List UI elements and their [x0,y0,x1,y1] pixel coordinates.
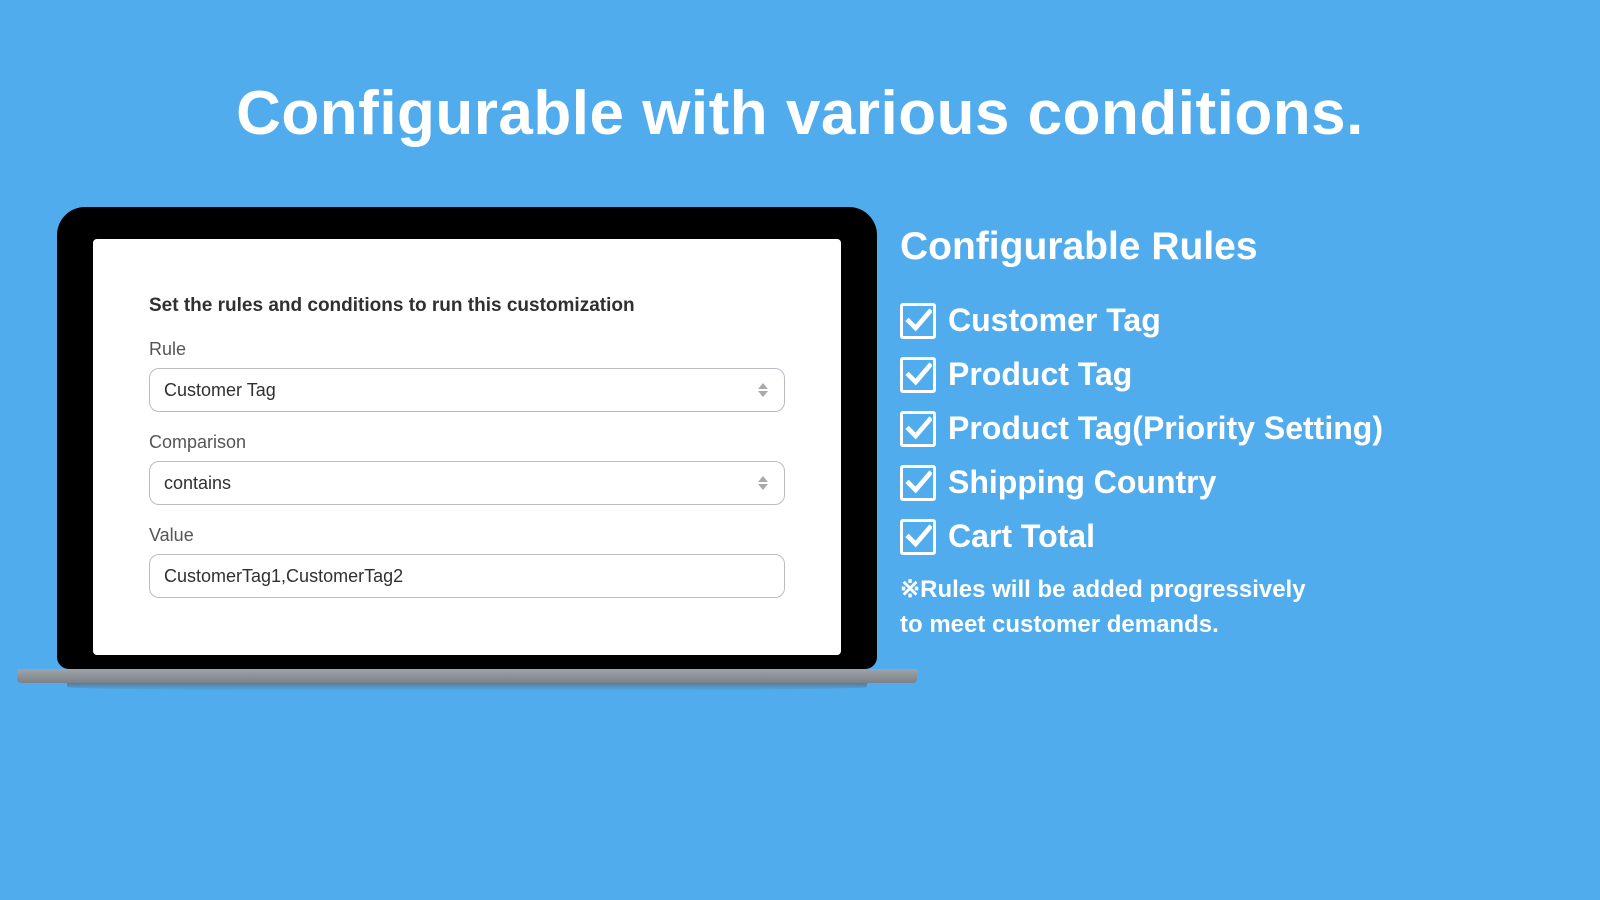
rules-panel: Configurable Rules Customer Tag Product … [900,225,1540,643]
rule-item-label: Product Tag(Priority Setting) [948,411,1383,446]
rules-note: ※Rules will be added progressively to me… [900,573,1540,643]
laptop-shadow [67,683,867,691]
rule-item-shipping-country: Shipping Country [900,465,1540,501]
checkbox-checked-icon [900,465,936,501]
page-title: Configurable with various conditions. [0,0,1600,149]
rule-item-label: Cart Total [948,519,1095,554]
rules-title: Configurable Rules [900,225,1540,269]
rule-item-product-tag-priority: Product Tag(Priority Setting) [900,411,1540,447]
rule-label: Rule [149,339,785,360]
rule-field: Rule Customer Tag [149,339,785,412]
laptop-mockup: Set the rules and conditions to run this… [57,207,877,691]
rule-item-cart-total: Cart Total [900,519,1540,555]
laptop-screen: Set the rules and conditions to run this… [93,239,841,655]
rule-item-label: Product Tag [948,357,1132,392]
value-input-value: CustomerTag1,CustomerTag2 [164,566,403,587]
checkbox-checked-icon [900,411,936,447]
updown-icon [756,381,770,399]
checkbox-checked-icon [900,303,936,339]
rule-select[interactable]: Customer Tag [149,368,785,412]
value-field: Value CustomerTag1,CustomerTag2 [149,525,785,598]
updown-icon [756,474,770,492]
checkbox-checked-icon [900,357,936,393]
laptop-bezel: Set the rules and conditions to run this… [57,207,877,669]
rule-item-label: Customer Tag [948,303,1161,338]
comparison-label: Comparison [149,432,785,453]
rule-select-value: Customer Tag [164,380,276,401]
form-heading: Set the rules and conditions to run this… [149,295,785,317]
comparison-select-value: contains [164,473,231,494]
rule-item-product-tag: Product Tag [900,357,1540,393]
rule-item-customer-tag: Customer Tag [900,303,1540,339]
laptop-base [17,669,917,683]
comparison-select[interactable]: contains [149,461,785,505]
value-input[interactable]: CustomerTag1,CustomerTag2 [149,554,785,598]
rule-item-label: Shipping Country [948,465,1216,500]
comparison-field: Comparison contains [149,432,785,505]
checkbox-checked-icon [900,519,936,555]
value-label: Value [149,525,785,546]
